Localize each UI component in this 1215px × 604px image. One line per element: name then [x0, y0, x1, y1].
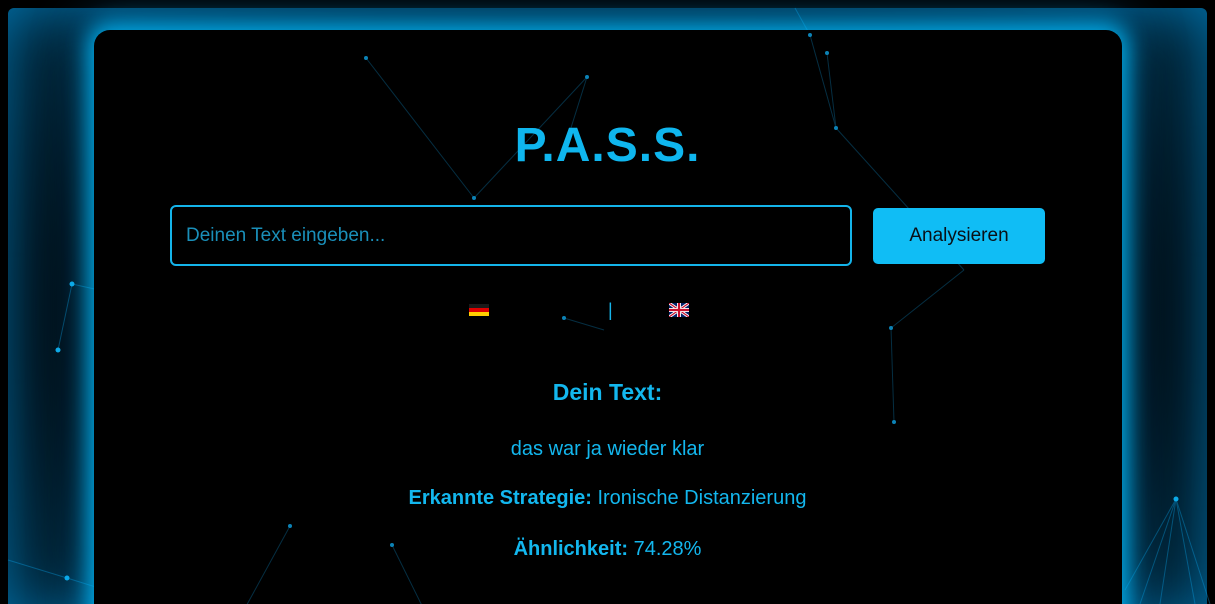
strategy-value: Ironische Distanzierung [597, 487, 807, 509]
language-separator: | [608, 300, 613, 320]
flag-germany-icon[interactable] [469, 304, 489, 316]
strategy-line: Erkannte Strategie: Ironische Distanzier… [0, 487, 1215, 510]
strategy-label: Erkannte Strategie: [408, 487, 592, 509]
similarity-label: Ähnlichkeit: [513, 538, 629, 560]
page: P.A.S.S. Analysieren | Dein Text: das wa… [0, 0, 1215, 604]
result-heading: Dein Text: [552, 379, 663, 405]
similarity-value: 74.28% [633, 538, 702, 560]
analyze-button[interactable]: Analysieren [873, 208, 1045, 264]
language-switcher: | [0, 300, 1215, 320]
similarity-line: Ähnlichkeit: 74.28% [0, 538, 1215, 561]
app-title: P.A.S.S. [514, 119, 701, 172]
flag-uk-icon[interactable] [669, 303, 689, 317]
analyzed-text: das war ja wieder klar [510, 438, 705, 460]
text-input[interactable] [170, 205, 852, 266]
